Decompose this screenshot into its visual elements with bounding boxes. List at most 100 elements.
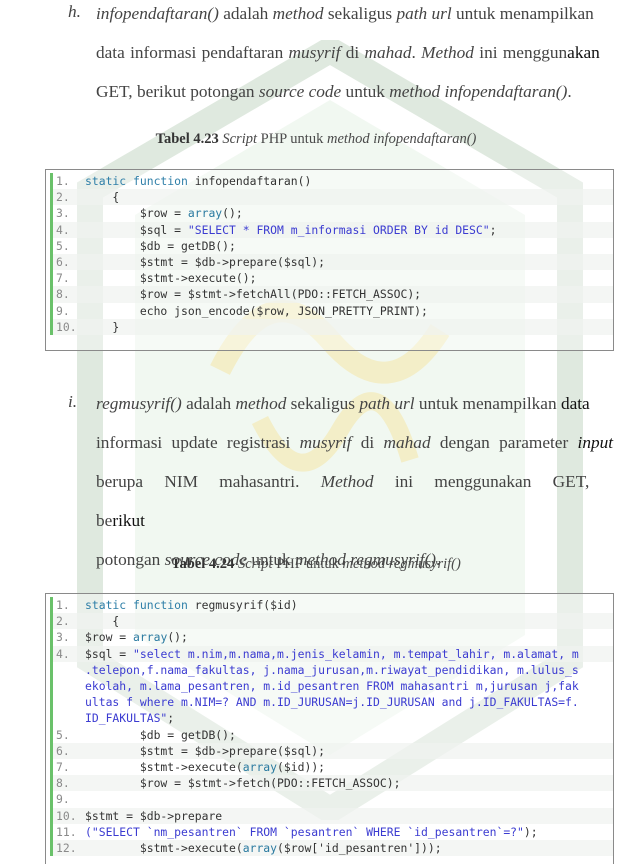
line-number: 2. (56, 190, 70, 205)
text: . (411, 43, 422, 62)
text: data informasi pendaftaran (96, 43, 289, 62)
table-caption-4-23: Tabel 4.23 Script PHP untuk method infop… (0, 131, 632, 148)
code-line-continuation: ultas f where m.NIM=? AND m.ID_JURUSAN=j… (53, 694, 613, 710)
code-text: ; (167, 711, 175, 726)
code-text: $stmt = $db->prepare($sql); (85, 255, 326, 270)
caption-italic: Script (234, 556, 273, 572)
line-content: $row = $stmt->fetchAll(PDO::FETCH_ASSOC)… (85, 286, 421, 302)
code-block-infopendaftaran: 1. static function infopendaftaran() 2. {3… (45, 169, 614, 351)
text: GET, berikut potongan (96, 82, 259, 101)
code-text: $stmt->execute( (85, 841, 243, 856)
text: untuk menampilkan (451, 4, 594, 23)
code-line-continuation: ID_FAKULTAS"; (53, 710, 613, 726)
code-text: $stmt->execute( (85, 760, 243, 775)
italic-term: method infopendaftaran() (389, 82, 568, 101)
list-marker-h: h. (68, 2, 81, 21)
code-text: (); (222, 206, 243, 221)
text: . (567, 82, 572, 101)
code-text: $stmt->execute(); (85, 271, 257, 286)
code-text: $db = getDB(); (85, 727, 236, 742)
line-content: $db = getDB(); (85, 727, 236, 743)
line-content: ("SELECT `nm_pesantren` FROM `pesantren`… (85, 824, 538, 840)
italic-term: Method (421, 43, 474, 62)
code-text: ($id)); (277, 760, 326, 775)
code-line: 5. $db = getDB(); (53, 238, 613, 254)
text: sekaligus (286, 394, 360, 413)
method-name: infopendaftaran() (96, 4, 219, 23)
code-line: 8. $row = $stmt->fetch(PDO::FETCH_ASSOC)… (53, 775, 613, 792)
line-number: 1. (56, 598, 70, 612)
paragraph-i: regmusyrif() adalah method sekaligus pat… (96, 384, 616, 579)
line-content: $db = getDB(); (85, 238, 236, 254)
code-listing: 1. static function infopendaftaran() 2. {3… (50, 173, 613, 336)
code-line: 3. $row = array(); (53, 205, 613, 221)
code-line-continuation: .telepon,f.nama_fakultas, j.nama_jurusan… (53, 662, 613, 678)
table-caption-4-24: Tabel 4.24 Script PHP untuk method regmu… (0, 556, 632, 573)
caption-text: PHP untuk (272, 556, 343, 572)
text: informasi update registrasi (96, 433, 300, 452)
line-content: $stmt = $db->prepare($sql); (85, 743, 325, 759)
code-line: 9. echo json_encode($row, JSON_PRETTY_PR… (53, 303, 613, 319)
string-literal: "select m.nim,m.nama,m.jenis_kelamin, m.… (133, 646, 579, 661)
caption-label: Tabel 4.24 (171, 556, 235, 572)
caption-text: PHP untuk (257, 131, 327, 147)
string-literal: ekolah, m.lama_pesantren, m.id_pesantren… (85, 679, 579, 694)
code-line: 12. $stmt->execute(array($row['id_pesant… (53, 840, 613, 857)
code-line: 7. $stmt->execute(array($id)); (53, 759, 613, 775)
string-literal: ultas f where m.NIM=? AND m.ID_JURUSAN=j… (85, 695, 579, 710)
code-line: 11. ("SELECT `nm_pesantren` FROM `pesantr… (53, 824, 613, 840)
text: adalah (218, 4, 273, 23)
text: untuk (341, 82, 390, 101)
builtin-function: array (242, 841, 278, 856)
code-line: 5. $db = getDB(); (53, 727, 613, 743)
italic-term: method (272, 4, 324, 23)
code-text: ; (489, 222, 497, 237)
code-text: { (85, 190, 120, 205)
text: adalah (181, 394, 236, 413)
paragraph-i-line-3: berupa NIM mahasantri. Method ini menggu… (96, 462, 616, 540)
string-literal: ID_FAKULTAS" (85, 711, 168, 726)
italic-term: source code (258, 82, 342, 101)
italic-term: method (235, 394, 287, 413)
text: dengan parameter (430, 433, 578, 452)
code-line: 9. (53, 791, 613, 807)
line-content: $row = array(); (85, 629, 188, 645)
code-line: 3. $row = array(); (53, 629, 613, 645)
code-text: (); (167, 630, 188, 645)
line-number: 8. (56, 287, 70, 302)
line-number: 8. (56, 776, 70, 791)
line-number: 10. (56, 808, 77, 823)
code-text: { (85, 614, 120, 629)
line-number: 11. (56, 824, 77, 839)
line-number: 9. (56, 303, 70, 318)
caption-italic: method infopendaftaran() (326, 131, 477, 147)
text: data (560, 394, 590, 413)
italic-term: path url (359, 394, 415, 413)
line-content: $sql = "SELECT * FROM m_informasi ORDER … (85, 222, 497, 238)
caption-italic: Script (218, 131, 257, 147)
code-line: 4. $sql = "SELECT * FROM m_informasi ORD… (53, 221, 613, 238)
code-text: $row = $stmt->fetchAll(PDO::FETCH_ASSOC)… (85, 287, 422, 302)
line-number: 1. (56, 174, 70, 188)
italic-term: mahad (364, 43, 412, 62)
line-content: $sql = "select m.nim,m.nama,m.jenis_kela… (85, 646, 579, 662)
string-literal: .telepon,f.nama_fakultas, j.nama_jurusan… (85, 662, 579, 677)
keyword: static function (85, 174, 188, 188)
code-line: 4. $sql = "select m.nim,m.nama,m.jenis_ke… (53, 645, 613, 662)
line-number: 6. (56, 743, 70, 758)
line-content: $stmt = $db->prepare($sql); (85, 254, 325, 270)
keyword: static function (85, 598, 188, 612)
code-line: 1. static function regmusyrif($id) (53, 597, 613, 613)
code-listing: 1. static function regmusyrif($id) 2. {3. $… (50, 597, 613, 857)
line-content: { (85, 189, 119, 205)
line-number: 7. (56, 271, 70, 286)
code-text: echo json_encode($row, JSON_PRETTY_PRINT… (85, 303, 428, 318)
code-text: $stmt = $db->prepare($sql); (85, 743, 326, 758)
text: di (351, 433, 384, 452)
code-line: 2. { (53, 613, 613, 630)
code-line: 6. $stmt = $db->prepare($sql); (53, 742, 613, 760)
code-line: 10. } (53, 318, 613, 336)
code-text: $row = (85, 206, 188, 221)
line-number: 7. (56, 760, 70, 775)
code-text: $sql = (85, 646, 134, 661)
